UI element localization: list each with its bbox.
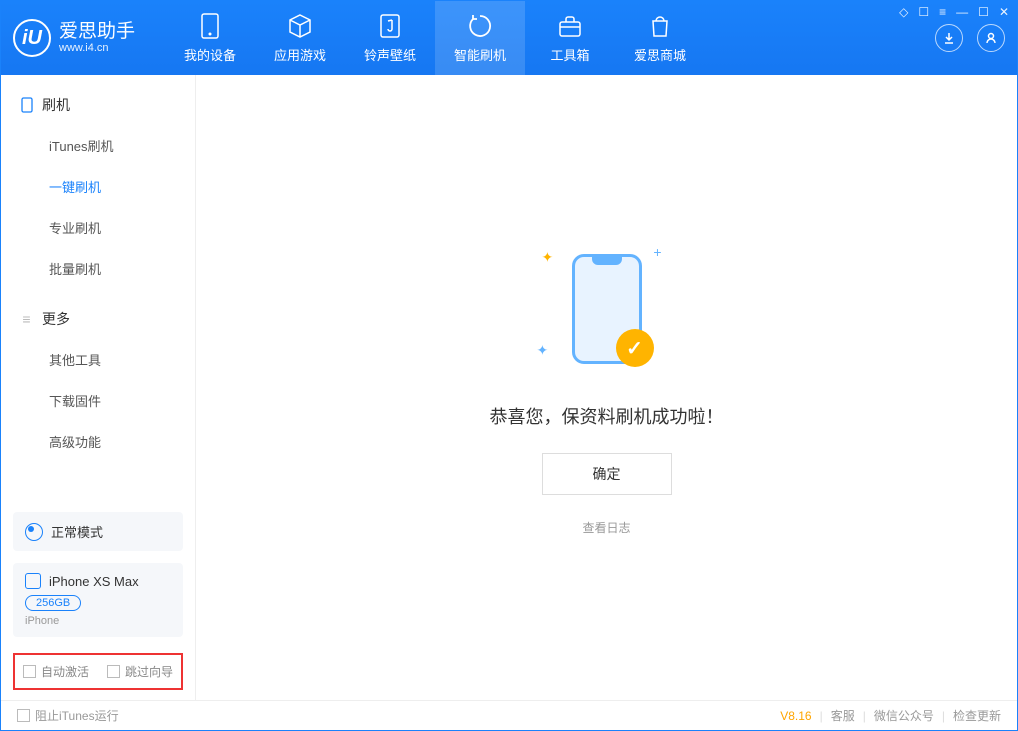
section-title: 更多	[42, 309, 70, 329]
nav-flash[interactable]: 智能刷机	[435, 1, 525, 75]
nav-ringtones[interactable]: 铃声壁纸	[345, 1, 435, 75]
capacity-badge: 256GB	[25, 595, 81, 611]
nav-store[interactable]: 爱思商城	[615, 1, 705, 75]
checkbox-label: 自动激活	[41, 663, 89, 680]
device-icon	[197, 13, 223, 39]
highlighted-checkbox-row: 自动激活 跳过向导	[13, 653, 183, 690]
nav-toolbox[interactable]: 工具箱	[525, 1, 615, 75]
nav-label: 应用游戏	[274, 45, 326, 64]
app-name-en: www.i4.cn	[59, 42, 135, 54]
phone-outline-icon	[19, 98, 34, 113]
checkbox-auto-activate[interactable]: 自动激活	[23, 663, 89, 680]
device-type: iPhone	[25, 615, 59, 627]
toolbox-icon	[557, 13, 583, 39]
sidebar-item-pro-flash[interactable]: 专业刷机	[1, 207, 195, 248]
checkbox-icon	[23, 665, 36, 678]
sidebar-item-download-firmware[interactable]: 下载固件	[1, 380, 195, 421]
music-icon	[377, 13, 403, 39]
checkbox-skip-guide[interactable]: 跳过向导	[107, 663, 173, 680]
nav-label: 我的设备	[184, 45, 236, 64]
sidebar-item-oneclick-flash[interactable]: 一键刷机	[1, 166, 195, 207]
logo-icon: iU	[13, 19, 51, 57]
app-name-cn: 爱思助手	[59, 22, 135, 43]
sidebar-item-other-tools[interactable]: 其他工具	[1, 339, 195, 380]
minimize-icon[interactable]: —	[956, 5, 968, 19]
footer-link-update[interactable]: 检查更新	[953, 707, 1001, 724]
check-badge-icon: ✓	[616, 329, 654, 367]
device-card[interactable]: iPhone XS Max 256GB iPhone	[13, 563, 183, 637]
footer-link-wechat[interactable]: 微信公众号	[874, 707, 934, 724]
nav-label: 智能刷机	[454, 45, 506, 64]
checkbox-label: 阻止iTunes运行	[35, 707, 119, 724]
main-nav: 我的设备 应用游戏 铃声壁纸 智能刷机 工具箱 爱思商城	[165, 1, 705, 75]
nav-apps[interactable]: 应用游戏	[255, 1, 345, 75]
feedback-icon[interactable]: ☐	[918, 5, 929, 19]
success-message: 恭喜您，保资料刷机成功啦！	[490, 403, 724, 429]
list-icon: ≡	[19, 312, 34, 327]
main-content: ✦ + ✦ ✓ 恭喜您，保资料刷机成功啦！ 确定 查看日志	[196, 75, 1017, 700]
mode-label: 正常模式	[51, 522, 103, 541]
sidebar-item-advanced[interactable]: 高级功能	[1, 421, 195, 462]
checkbox-icon	[17, 709, 30, 722]
mode-card[interactable]: 正常模式	[13, 512, 183, 551]
device-name: iPhone XS Max	[49, 574, 139, 589]
bag-icon	[647, 13, 673, 39]
sidebar-section-more: ≡ 更多	[1, 289, 195, 339]
nav-label: 铃声壁纸	[364, 45, 416, 64]
cube-icon	[287, 13, 313, 39]
mode-icon	[25, 523, 43, 541]
nav-label: 工具箱	[551, 45, 590, 64]
close-icon[interactable]: ✕	[999, 5, 1009, 19]
sidebar-item-batch-flash[interactable]: 批量刷机	[1, 248, 195, 289]
refresh-icon	[467, 13, 493, 39]
menu-icon[interactable]: ≡	[939, 5, 946, 19]
nav-label: 爱思商城	[634, 45, 686, 64]
logo: iU 爱思助手 www.i4.cn	[13, 19, 135, 57]
sparkle-icon: +	[653, 244, 661, 260]
confirm-button[interactable]: 确定	[542, 453, 672, 495]
user-icon[interactable]	[977, 24, 1005, 52]
footer-link-support[interactable]: 客服	[831, 707, 855, 724]
sparkle-icon: ✦	[537, 342, 549, 359]
sidebar-section-flash: 刷机	[1, 75, 195, 125]
sidebar-item-itunes-flash[interactable]: iTunes刷机	[1, 125, 195, 166]
checkbox-label: 跳过向导	[125, 663, 173, 680]
header-right	[935, 24, 1005, 52]
phone-mini-icon	[25, 573, 41, 589]
download-icon[interactable]	[935, 24, 963, 52]
header: iU 爱思助手 www.i4.cn 我的设备 应用游戏 铃声壁纸 智能刷机 工具…	[1, 1, 1017, 75]
footer: 阻止iTunes运行 V8.16 | 客服 | 微信公众号 | 检查更新	[1, 700, 1017, 730]
skin-icon[interactable]: ◇	[899, 5, 908, 19]
view-log-link[interactable]: 查看日志	[582, 519, 630, 536]
success-illustration: ✦ + ✦ ✓	[532, 239, 682, 379]
checkbox-icon	[107, 665, 120, 678]
body: 刷机 iTunes刷机 一键刷机 专业刷机 批量刷机 ≡ 更多 其他工具 下载固…	[1, 75, 1017, 700]
nav-my-device[interactable]: 我的设备	[165, 1, 255, 75]
section-title: 刷机	[42, 95, 70, 115]
maximize-icon[interactable]: ☐	[978, 5, 989, 19]
version-label: V8.16	[780, 709, 811, 723]
sparkle-icon: ✦	[542, 249, 554, 266]
checkbox-block-itunes[interactable]: 阻止iTunes运行	[17, 707, 119, 724]
window-controls: ◇ ☐ ≡ — ☐ ✕	[899, 5, 1009, 19]
sidebar: 刷机 iTunes刷机 一键刷机 专业刷机 批量刷机 ≡ 更多 其他工具 下载固…	[1, 75, 196, 700]
